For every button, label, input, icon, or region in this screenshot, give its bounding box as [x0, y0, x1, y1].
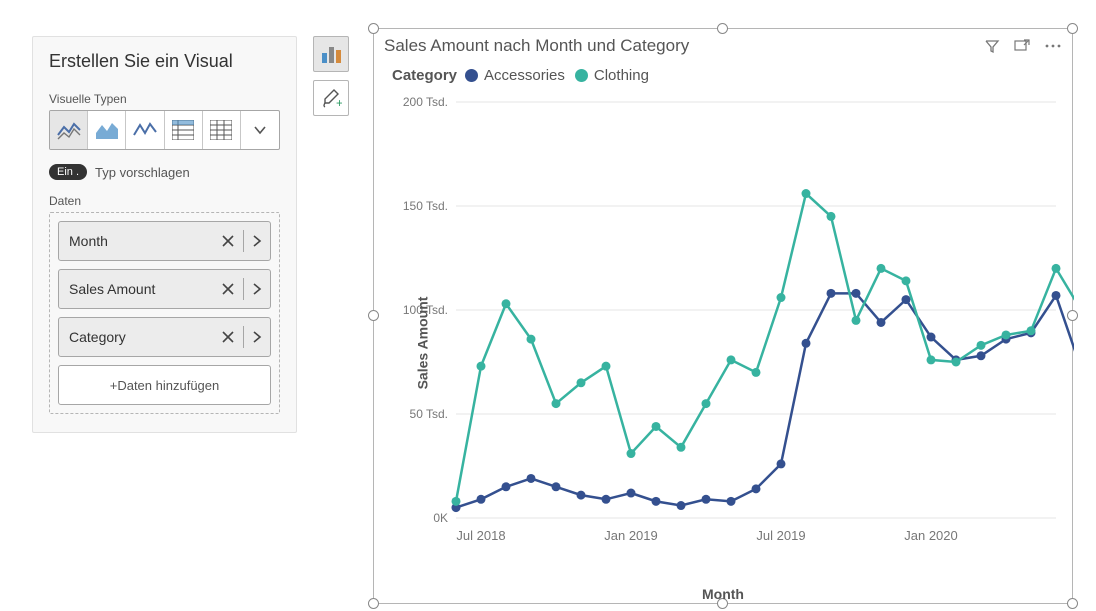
- remove-field-icon[interactable]: [221, 330, 235, 344]
- legend-label: Category: [392, 67, 457, 84]
- svg-text:Jan 2019: Jan 2019: [604, 528, 658, 543]
- build-visual-tab[interactable]: [313, 36, 349, 72]
- svg-text:Jul 2019: Jul 2019: [756, 528, 805, 543]
- resize-handle[interactable]: [1067, 23, 1078, 34]
- resize-handle[interactable]: [717, 23, 728, 34]
- chevron-down-icon: [253, 125, 267, 135]
- separator: [243, 278, 244, 300]
- svg-text:Jan 2020: Jan 2020: [904, 528, 958, 543]
- y-axis-label: Sales Amount: [414, 297, 430, 390]
- chevron-right-icon[interactable]: [252, 234, 262, 248]
- visual-types-row: [49, 110, 280, 150]
- remove-field-icon[interactable]: [221, 282, 235, 296]
- separator: [243, 230, 244, 252]
- data-fields-box: Month Sales Amount Category +Daten hinzu…: [49, 212, 280, 414]
- legend-item-clothing[interactable]: Clothing: [594, 67, 649, 84]
- field-sales-amount[interactable]: Sales Amount: [58, 269, 271, 309]
- suggest-row: Ein . Typ vorschlagen: [49, 164, 280, 180]
- legend-dot-clothing: [575, 69, 588, 82]
- paintbrush-icon: +: [320, 87, 342, 109]
- visual-type-matrix[interactable]: [165, 111, 203, 149]
- focus-mode-icon[interactable]: [1014, 38, 1030, 54]
- field-label: Month: [69, 233, 221, 249]
- chart-plot-area: Sales Amount 0K50 Tsd.100 Tsd.150 Tsd.20…: [374, 88, 1072, 598]
- bar-chart-icon: [320, 43, 342, 65]
- svg-text:200 Tsd.: 200 Tsd.: [403, 95, 448, 109]
- visual-actions: [984, 38, 1062, 54]
- resize-handle[interactable]: [368, 598, 379, 609]
- visual-header: Sales Amount nach Month und Category: [374, 29, 1072, 63]
- format-visual-tab[interactable]: +: [313, 80, 349, 116]
- suggest-label: Typ vorschlagen: [95, 165, 190, 180]
- legend-item-accessories[interactable]: Accessories: [484, 67, 565, 84]
- field-label: Sales Amount: [69, 281, 221, 297]
- resize-handle[interactable]: [1067, 598, 1078, 609]
- more-options-icon[interactable]: [1044, 38, 1062, 54]
- add-data-button[interactable]: +Daten hinzufügen: [58, 365, 271, 405]
- visual-type-line2[interactable]: [126, 111, 164, 149]
- field-month[interactable]: Month: [58, 221, 271, 261]
- visual-title: Sales Amount nach Month und Category: [384, 36, 984, 56]
- filter-icon[interactable]: [984, 38, 1000, 54]
- visual-type-table[interactable]: [203, 111, 241, 149]
- pane-title: Erstellen Sie ein Visual: [49, 51, 280, 72]
- svg-text:Jul 2018: Jul 2018: [456, 528, 505, 543]
- visual-type-area[interactable]: [88, 111, 126, 149]
- data-label: Daten: [49, 194, 280, 208]
- svg-text:+: +: [336, 96, 342, 109]
- line-chart-icon: [56, 119, 82, 141]
- field-label: Category: [69, 329, 221, 345]
- legend-dot-accessories: [465, 69, 478, 82]
- chevron-right-icon[interactable]: [252, 330, 262, 344]
- chevron-right-icon[interactable]: [252, 282, 262, 296]
- visual-type-line[interactable]: [50, 111, 88, 149]
- chart-visual[interactable]: Sales Amount nach Month und Category Cat…: [373, 28, 1073, 604]
- chart-legend: Category Accessories Clothing: [374, 63, 1072, 88]
- line2-chart-icon: [132, 119, 158, 141]
- build-visual-pane: Erstellen Sie ein Visual Visuelle Typen …: [32, 36, 297, 433]
- separator: [243, 326, 244, 348]
- resize-handle[interactable]: [368, 23, 379, 34]
- table-icon: [210, 120, 232, 140]
- area-chart-icon: [94, 119, 120, 141]
- remove-field-icon[interactable]: [221, 234, 235, 248]
- x-axis-label: Month: [702, 586, 744, 602]
- matrix-icon: [172, 120, 194, 140]
- svg-text:0K: 0K: [433, 511, 448, 525]
- suggest-toggle[interactable]: Ein .: [49, 164, 87, 180]
- field-category[interactable]: Category: [58, 317, 271, 357]
- svg-text:150 Tsd.: 150 Tsd.: [403, 199, 448, 213]
- chart-svg: 0K50 Tsd.100 Tsd.150 Tsd.200 Tsd.Jul 201…: [374, 88, 1074, 568]
- svg-text:50 Tsd.: 50 Tsd.: [410, 407, 448, 421]
- visual-type-more[interactable]: [241, 111, 279, 149]
- visual-types-label: Visuelle Typen: [49, 92, 280, 106]
